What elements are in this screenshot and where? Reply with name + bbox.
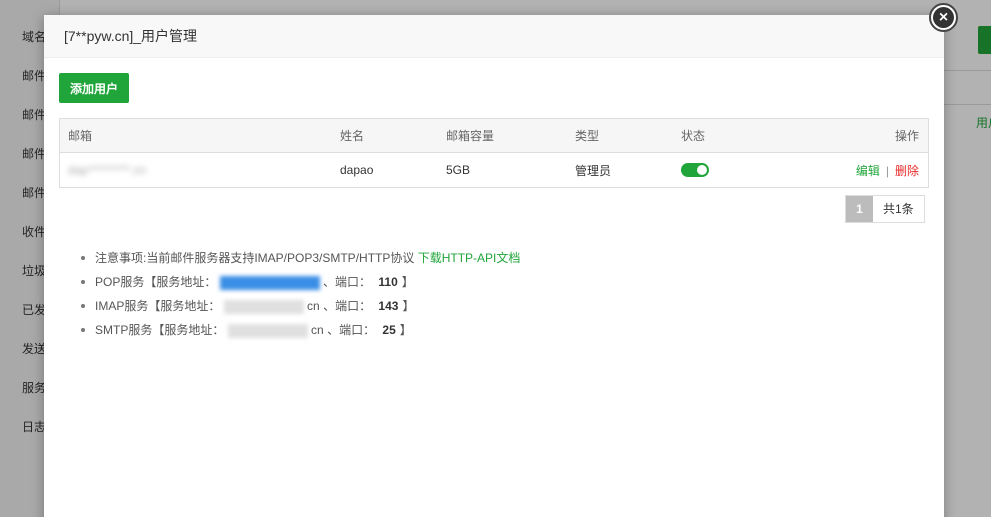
add-user-button[interactable]: 添加用户 — [59, 73, 130, 103]
user-table: 邮箱 姓名 邮箱容量 类型 状态 操作 dap*********.cn dapa… — [59, 118, 929, 188]
status-toggle[interactable] — [681, 163, 709, 178]
close-bracket: 】 — [401, 275, 414, 289]
smtp-address-tail: cn — [311, 323, 324, 337]
table-row: dap*********.cn dapao 5GB 管理员 编辑 | 删除 — [60, 153, 928, 187]
imap-port-label: 、端口： — [323, 299, 372, 313]
table-header: 邮箱 姓名 邮箱容量 类型 状态 操作 — [60, 119, 928, 153]
close-bracket: 】 — [402, 299, 415, 313]
pop-label: POP服务【服务地址： — [95, 275, 217, 289]
column-header-actions: 操作 — [894, 129, 919, 143]
note-text: 注意事项:当前邮件服务器支持IMAP/POP3/SMTP/HTTP协议 — [95, 251, 415, 265]
notes-list: 注意事项:当前邮件服务器支持IMAP/POP3/SMTP/HTTP协议 下载HT… — [79, 250, 520, 346]
column-header-status: 状态 — [681, 129, 706, 143]
row-capacity: 5GB — [446, 163, 471, 177]
imap-label: IMAP服务【服务地址： — [95, 299, 221, 313]
close-icon: × — [933, 7, 954, 28]
email-value: dap*********.cn — [68, 163, 147, 177]
column-header-name: 姓名 — [340, 129, 365, 143]
action-separator: | — [885, 163, 889, 178]
row-actions: 编辑 | 删除 — [773, 162, 928, 179]
note-pop: POP服务【服务地址： 、端口： 110】 — [79, 274, 520, 298]
imap-address-tail: cn — [307, 299, 320, 313]
dialog-header: [7**pyw.cn]_用户管理 — [44, 15, 944, 58]
edit-link[interactable]: 编辑 — [856, 164, 880, 178]
row-email: dap*********.cn — [60, 163, 332, 177]
dialog-title: [7**pyw.cn]_用户管理 — [64, 28, 198, 44]
row-name: dapao — [340, 163, 374, 177]
column-header-email: 邮箱 — [68, 129, 93, 143]
column-header-type: 类型 — [575, 129, 600, 143]
row-status — [673, 163, 773, 178]
column-header-capacity: 邮箱容量 — [446, 129, 495, 143]
toggle-knob — [697, 165, 707, 176]
delete-link[interactable]: 删除 — [895, 164, 919, 178]
redacted-address — [227, 323, 308, 338]
pop-port-label: 、端口： — [323, 275, 372, 289]
smtp-port: 25 — [382, 323, 396, 337]
smtp-label: SMTP服务【服务地址： — [95, 323, 225, 337]
total-count: 共1条 — [883, 202, 914, 216]
smtp-port-label: 、端口： — [327, 323, 376, 337]
close-bracket: 】 — [399, 323, 412, 337]
page-number-current[interactable]: 1 — [846, 196, 873, 222]
redacted-address — [223, 299, 304, 314]
pagination: 1 共1条 — [845, 195, 925, 223]
user-management-dialog: [7**pyw.cn]_用户管理 添加用户 邮箱 姓名 邮箱容量 类型 状态 操… — [44, 15, 944, 517]
note-protocols: 注意事项:当前邮件服务器支持IMAP/POP3/SMTP/HTTP协议 下载HT… — [79, 250, 520, 274]
close-button[interactable]: × — [929, 3, 958, 32]
imap-port: 143 — [378, 299, 399, 313]
download-api-doc-link[interactable]: 下载HTTP-API文档 — [418, 251, 521, 265]
note-smtp: SMTP服务【服务地址： cn 、端口： 25】 — [79, 322, 520, 346]
pop-port: 110 — [378, 275, 398, 289]
row-type: 管理员 — [575, 163, 612, 178]
redacted-address — [219, 275, 320, 290]
note-imap: IMAP服务【服务地址： cn 、端口： 143】 — [79, 298, 520, 322]
